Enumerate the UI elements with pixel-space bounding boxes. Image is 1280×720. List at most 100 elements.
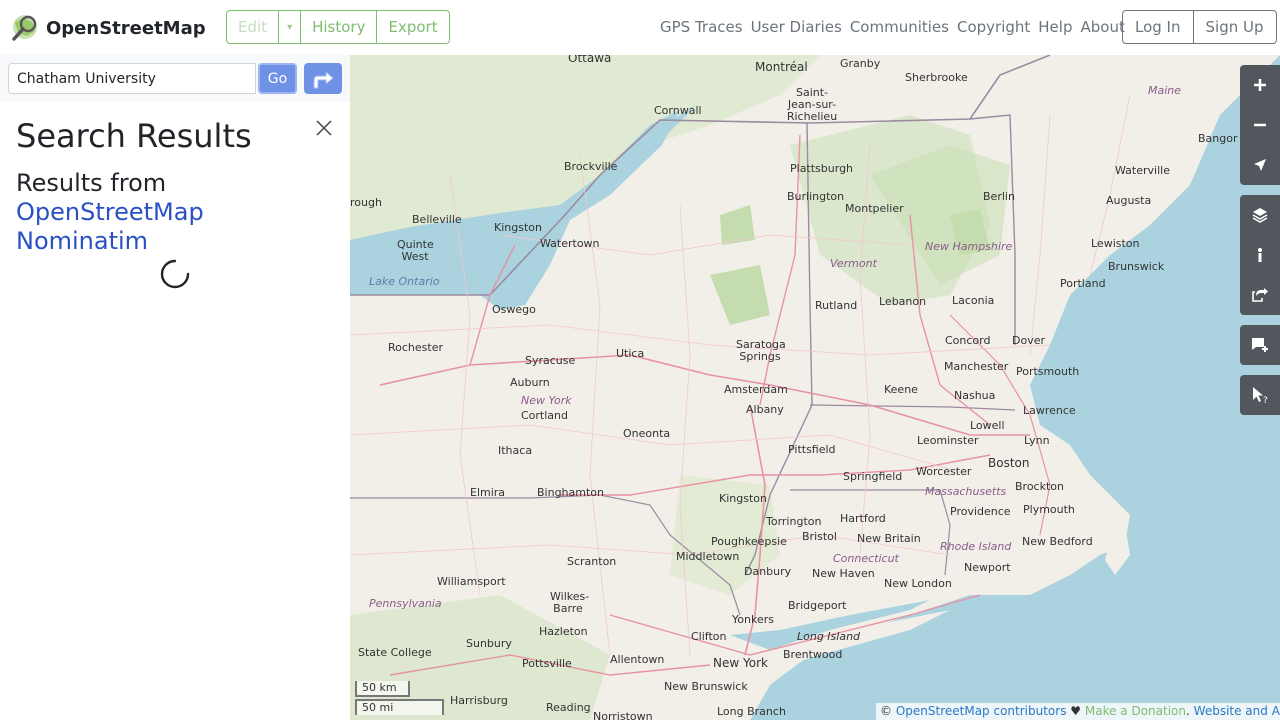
map-label: Portland [1060,277,1106,290]
nav-communities[interactable]: Communities [850,18,949,36]
edit-dropdown-button[interactable]: ▾ [279,11,302,43]
note-controls [1240,325,1280,365]
map-label: Quinte West [397,238,434,263]
map-label: Plymouth [1023,503,1075,516]
layers-icon [1252,208,1268,223]
close-icon[interactable] [314,118,334,138]
map-label: Binghamton [537,486,604,499]
map-label: New York [713,656,768,670]
map-label: Sherbrooke [905,71,968,84]
map-label: Lebanon [879,295,927,308]
map-label: rough [350,196,382,209]
info-icon [1258,248,1262,262]
osm-contributors-link[interactable]: OpenStreetMap contributors [896,704,1067,718]
map-label: Montpelier [845,202,904,215]
map-label: New Hampshire [925,240,1013,253]
add-note-button[interactable] [1240,325,1280,365]
map-label: Scranton [567,555,617,568]
map-label: Connecticut [833,552,899,565]
map-label: Montréal [755,60,808,74]
map-label: Saratoga Springs [736,338,786,363]
nominatim-link[interactable]: OpenStreetMap Nominatim [16,198,336,256]
header: OpenStreetMap Edit ▾ History Export GPS … [0,0,1280,55]
map-label: Dover [1012,334,1045,347]
map-label: Plattsburgh [790,162,854,175]
map-label: Nashua [954,389,996,402]
map-label: Lynn [1024,434,1050,447]
zoom-out-button[interactable] [1240,105,1280,145]
locate-button[interactable] [1240,145,1280,185]
edit-button[interactable]: Edit [227,11,280,43]
map-label: Allentown [610,653,665,666]
map-label: Laconia [952,294,995,307]
search-results: Search Results Results from OpenStreetMa… [16,117,336,256]
map-label: Rhode Island [940,540,1012,553]
map-label: Worcester [916,465,972,478]
add-note-icon [1252,338,1268,352]
map-label: Brockville [564,160,618,173]
map-label: Reading [546,701,591,714]
map-label: Long Branch [717,705,786,718]
map-label: Rutland [815,299,858,312]
map-label: Portsmouth [1016,365,1080,378]
map-label: Cortland [521,409,568,422]
map-key-button[interactable] [1240,235,1280,275]
directions-icon [313,70,334,88]
main-nav: GPS Traces User Diaries Communities Copy… [660,18,1133,36]
map-label: Kingston [719,492,767,505]
map-label: Harrisburg [450,694,508,707]
map-label: Pottsville [522,657,572,670]
logo[interactable]: OpenStreetMap [10,13,206,43]
map-label: Pittsfield [788,443,836,456]
map-label: Providence [950,505,1011,518]
map-label: Ithaca [498,444,533,457]
map-label: Auburn [510,376,550,389]
map-label: Springfield [843,470,903,483]
signup-button[interactable]: Sign Up [1194,11,1276,43]
map-label: Saint-Jean-sur-Richelieu [786,86,838,123]
map-label: Wilkes-Barre [550,590,590,615]
map-label: Danbury [744,565,792,578]
map-label: Lake Ontario [369,275,440,288]
map-label: Long Island [797,630,861,643]
nav-user-diaries[interactable]: User Diaries [751,18,842,36]
location-arrow-icon [1254,159,1266,171]
nav-about[interactable]: About [1080,18,1124,36]
share-icon [1252,288,1268,302]
go-button[interactable]: Go [258,63,297,94]
nominatim-link-line1: OpenStreetMap [16,198,204,226]
map-label: Hartford [840,512,886,525]
directions-button[interactable] [304,63,342,94]
map-label: Brentwood [783,648,843,661]
map-label: Bridgeport [788,599,847,612]
copyright-symbol: © [880,704,892,718]
share-button[interactable] [1240,275,1280,315]
map-label: Augusta [1106,194,1152,207]
nominatim-link-line2: Nominatim [16,227,149,255]
export-button[interactable]: Export [377,11,448,43]
query-features-button[interactable]: ? [1240,375,1280,415]
map-label: State College [358,646,432,659]
layer-controls [1240,195,1280,315]
chevron-down-icon: ▾ [287,21,293,33]
map[interactable]: Ottawa Montréal Granby Sherbrooke Saint-… [350,55,1280,720]
donate-link[interactable]: Make a Donation [1085,704,1186,718]
map-base-layer [350,55,1280,720]
map-label: Pennsylvania [369,597,442,610]
layers-button[interactable] [1240,195,1280,235]
search-input[interactable]: Chatham University [8,63,256,94]
site-title[interactable]: OpenStreetMap [46,18,206,39]
nav-gps-traces[interactable]: GPS Traces [660,18,743,36]
map-label: Bangor [1198,132,1238,145]
nav-copyright[interactable]: Copyright [957,18,1030,36]
search-bar: Chatham University Go [0,55,350,102]
zoom-controls [1240,65,1280,185]
login-button[interactable]: Log In [1123,11,1194,43]
map-label: Hazleton [539,625,588,638]
map-label: Burlington [787,190,845,203]
zoom-in-button[interactable] [1240,65,1280,105]
map-label: Rochester [388,341,443,354]
terms-link[interactable]: Website and API terms [1194,704,1280,718]
nav-help[interactable]: Help [1038,18,1072,36]
history-button[interactable]: History [301,11,378,43]
